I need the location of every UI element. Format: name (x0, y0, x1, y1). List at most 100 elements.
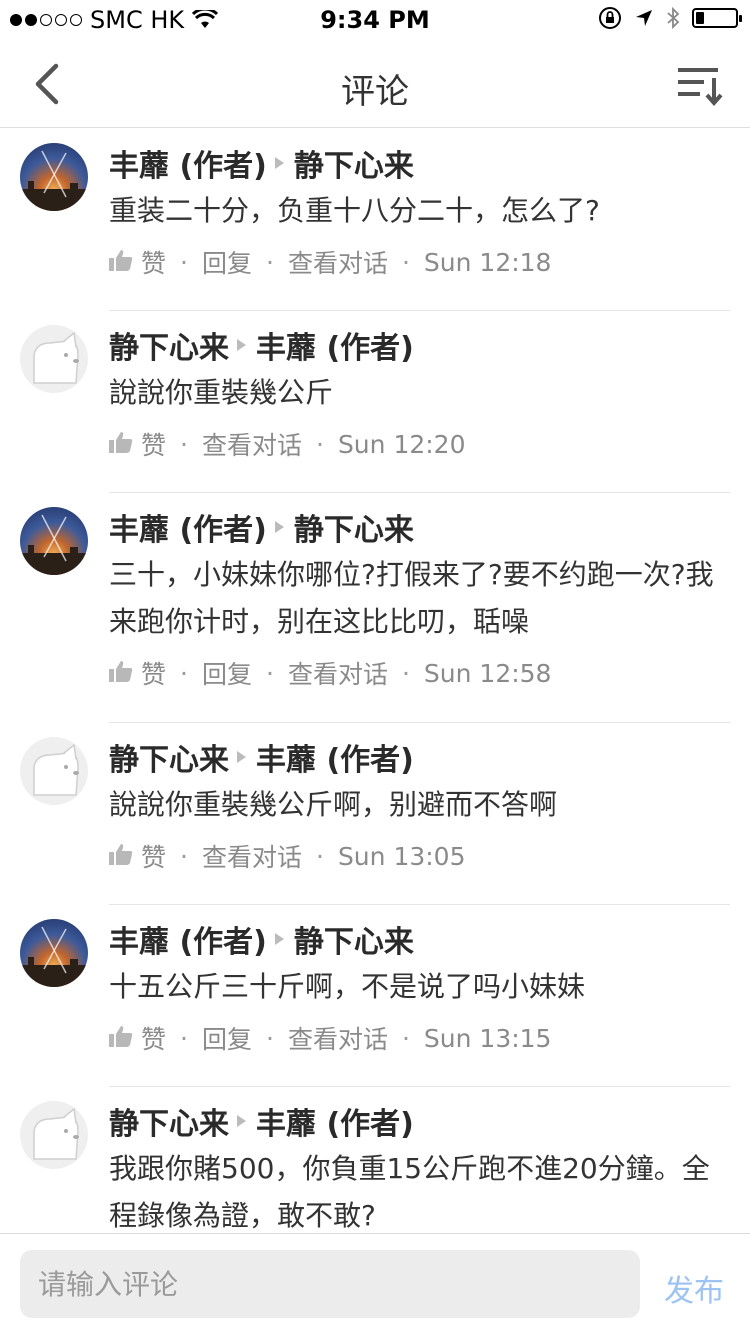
avatar[interactable] (20, 507, 88, 575)
reply-arrow-icon (274, 521, 284, 533)
target-name[interactable]: 静下心来 (294, 505, 414, 549)
view-conversation-link[interactable]: 查看对话 (202, 426, 302, 462)
reply-arrow-icon (274, 157, 284, 169)
page-title: 评论 (341, 72, 409, 112)
reply-arrow-icon (237, 1115, 246, 1127)
separator-dot: · (401, 658, 410, 688)
comment-text: 三十，小妹妹你哪位?打假来了?要不约跑一次?我来跑你计时，别在这比比叨，聒噪 (109, 558, 714, 638)
comment-time: Sun 13:05 (337, 841, 466, 871)
nav-bar: 评论 (0, 40, 750, 128)
comment-names: 静下心来 丰蘼 (作者) (109, 735, 730, 779)
comment-time: Sun 13:15 (423, 1023, 552, 1053)
comment-names: 静下心来 丰蘼 (作者) (109, 323, 730, 367)
comment-text: 說說你重裝幾公斤 (109, 376, 334, 409)
comment-meta: 赞 · 回复 · 查看对话 · Sun 12:58 (109, 653, 730, 693)
reply-button[interactable]: 回复 (202, 244, 252, 280)
comment-meta: 赞 · 查看对话 · Sun 12:20 (109, 424, 730, 464)
view-conversation-link[interactable]: 查看对话 (202, 838, 302, 874)
like-label: 赞 (141, 1025, 167, 1054)
battery-icon (692, 8, 742, 28)
like-label: 赞 (141, 843, 167, 872)
comment-input[interactable] (20, 1250, 640, 1318)
comment-time: Sun 12:20 (337, 429, 466, 459)
comment-list[interactable]: 丰蘼 (作者) 静下心来 重装二十分，负重十八分二十，怎么了? 赞 · 回复 · 查看对话 · S… (0, 129, 750, 1233)
separator-dot: · (265, 1023, 274, 1053)
comment-meta: 赞 · 回复 · 查看对话 · Sun 12:18 (109, 242, 730, 282)
separator-dot: · (180, 1023, 188, 1053)
view-conversation-link[interactable]: 查看对话 (288, 655, 388, 691)
target-name[interactable]: 丰蘼 (作者) (256, 323, 414, 367)
comment-names: 静下心来 丰蘼 (作者) (109, 1099, 730, 1143)
separator-dot: · (265, 658, 274, 688)
author-name[interactable]: 丰蘼 (作者) (109, 141, 267, 185)
comment-input-bar: 发布 (0, 1233, 750, 1334)
comment-text: 十五公斤三十斤啊，不是说了吗小妹妹 (109, 970, 586, 1003)
avatar[interactable] (20, 1101, 88, 1169)
author-name[interactable]: 静下心来 (109, 1099, 229, 1143)
reply-arrow-icon (237, 751, 246, 763)
view-conversation-link[interactable]: 查看对话 (288, 1020, 388, 1056)
separator-dot: · (401, 1023, 410, 1053)
separator-dot: · (315, 841, 324, 871)
separator-dot: · (180, 841, 188, 871)
like-button[interactable]: 赞 (109, 426, 166, 462)
bluetooth-icon (667, 6, 680, 30)
author-name[interactable]: 静下心来 (109, 323, 229, 367)
sort-button[interactable] (676, 60, 724, 108)
thumbs-up-icon (109, 430, 133, 459)
comment-names: 丰蘼 (作者) 静下心来 (109, 141, 730, 185)
comment-item[interactable]: 丰蘼 (作者) 静下心来十五公斤三十斤啊，不是说了吗小妹妹赞 · 回复 · 查看对话 · Su… (0, 905, 750, 1087)
comment-names: 丰蘼 (作者) 静下心来 (109, 505, 730, 549)
separator-dot: · (180, 429, 188, 459)
comment-item[interactable]: 静下心来 丰蘼 (作者) 說說你重裝幾公斤赞 · 查看对话 · Sun 12:20 (0, 311, 750, 493)
publish-button[interactable]: 发布 (664, 1266, 724, 1310)
sort-icon (678, 68, 723, 107)
status-bar: SMC HK 9:34 PM (0, 0, 750, 40)
orientation-lock-icon (599, 7, 621, 29)
avatar[interactable] (20, 737, 88, 805)
target-name[interactable]: 静下心来 (294, 141, 414, 185)
reply-arrow-icon (237, 339, 246, 351)
comment-time: Sun 12:18 (423, 247, 552, 277)
like-button[interactable]: 赞 (109, 655, 166, 691)
view-conversation-link[interactable]: 查看对话 (288, 244, 388, 280)
avatar[interactable] (20, 919, 88, 987)
thumbs-up-icon (109, 659, 133, 688)
comment-text: 重装二十分，负重十八分二十，怎么了? (109, 194, 600, 227)
separator-dot: · (180, 658, 188, 688)
thumbs-up-icon (109, 248, 133, 277)
thumbs-up-icon (109, 842, 133, 871)
avatar[interactable] (20, 143, 88, 211)
comment-text: 我跟你賭500，你負重15公斤跑不進20分鐘。全程錄像為證，敢不敢? (109, 1152, 710, 1232)
author-name[interactable]: 静下心来 (109, 735, 229, 779)
author-name[interactable]: 丰蘼 (作者) (109, 505, 267, 549)
comment-item[interactable]: 静下心来 丰蘼 (作者) 我跟你賭500，你負重15公斤跑不進20分鐘。全程錄像為證… (0, 1087, 750, 1233)
like-button[interactable]: 赞 (109, 244, 166, 280)
comment-meta: 赞 · 查看对话 · Sun 13:05 (109, 836, 730, 876)
location-icon (636, 10, 652, 26)
reply-arrow-icon (274, 933, 284, 945)
like-button[interactable]: 赞 (109, 1020, 166, 1056)
comment-item[interactable]: 丰蘼 (作者) 静下心来三十，小妹妹你哪位?打假来了?要不约跑一次?我来跑你计时，… (0, 493, 750, 723)
like-label: 赞 (141, 431, 167, 460)
target-name[interactable]: 丰蘼 (作者) (256, 735, 414, 779)
comment-names: 丰蘼 (作者) 静下心来 (109, 917, 730, 961)
separator-dot: · (265, 247, 274, 277)
thumbs-up-icon (109, 1024, 133, 1053)
comment-text: 說說你重裝幾公斤啊，别避而不答啊 (109, 788, 558, 821)
target-name[interactable]: 静下心来 (294, 917, 414, 961)
separator-dot: · (180, 247, 188, 277)
target-name[interactable]: 丰蘼 (作者) (256, 1099, 414, 1143)
comment-meta: 赞 · 回复 · 查看对话 · Sun 13:15 (109, 1018, 730, 1058)
separator-dot: · (401, 247, 410, 277)
avatar[interactable] (20, 325, 88, 393)
like-button[interactable]: 赞 (109, 838, 166, 874)
author-name[interactable]: 丰蘼 (作者) (109, 917, 267, 961)
like-label: 赞 (141, 249, 167, 278)
like-label: 赞 (141, 660, 167, 689)
comment-item[interactable]: 丰蘼 (作者) 静下心来重装二十分，负重十八分二十，怎么了? 赞 · 回复 · 查看对话 · S… (0, 129, 750, 311)
comment-time: Sun 12:58 (423, 658, 552, 688)
reply-button[interactable]: 回复 (202, 655, 252, 691)
comment-item[interactable]: 静下心来 丰蘼 (作者) 說說你重裝幾公斤啊，别避而不答啊赞 · 查看对话 · Sun 13… (0, 723, 750, 905)
reply-button[interactable]: 回复 (202, 1020, 252, 1056)
